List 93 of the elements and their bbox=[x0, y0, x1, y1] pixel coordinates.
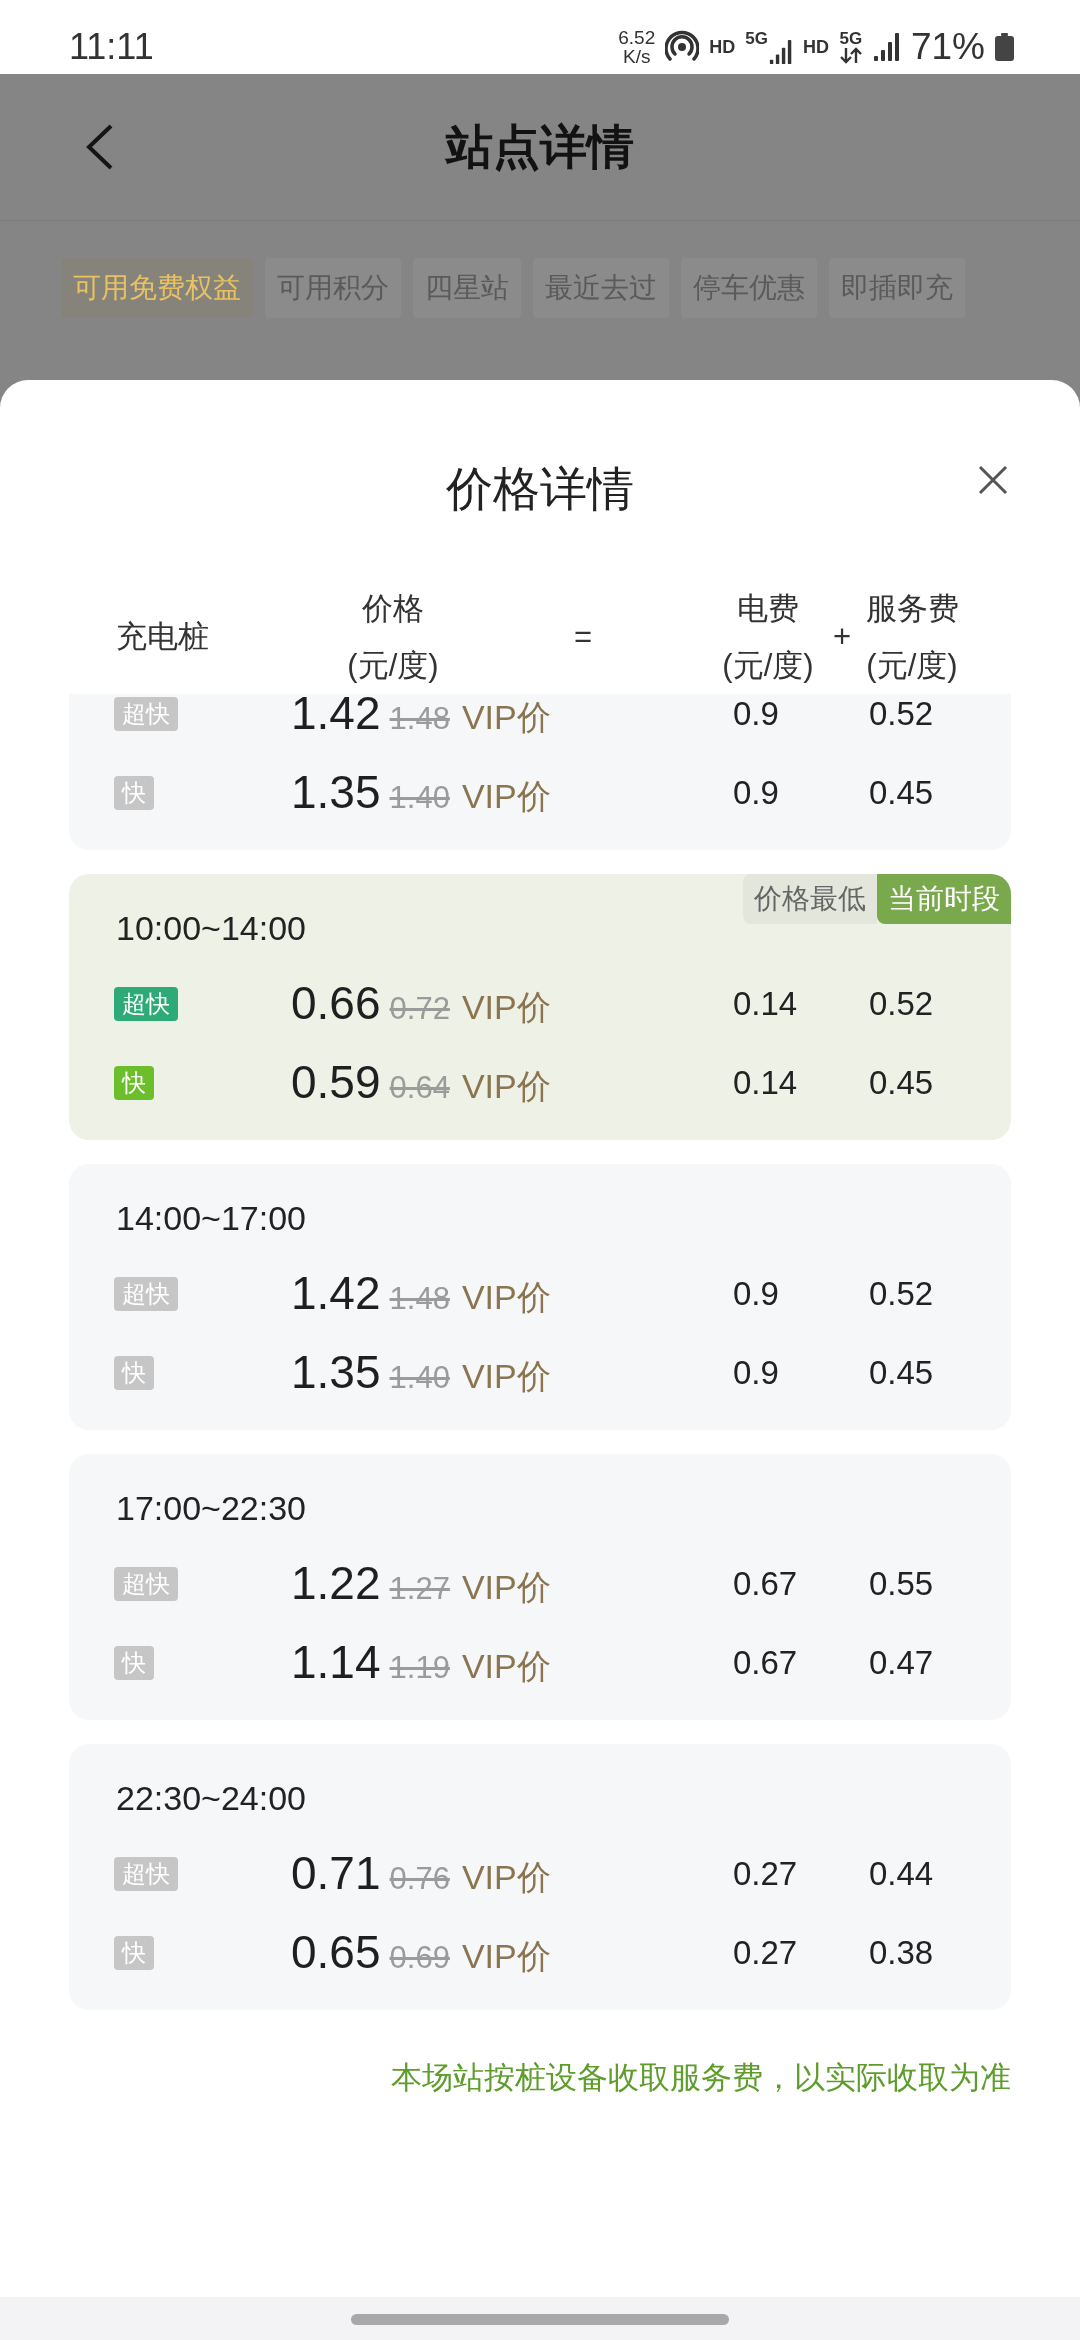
network-speed: 6.52 bbox=[618, 28, 656, 47]
network-type-label: 5G bbox=[839, 30, 863, 47]
service-fee: 0.47 bbox=[869, 1643, 935, 1682]
vip-price-label: VIP价 bbox=[461, 1936, 551, 1977]
network-speed-unit: K/s bbox=[623, 47, 651, 66]
price-value: 1.42 bbox=[291, 694, 381, 740]
signal-icon bbox=[768, 40, 793, 64]
column-header: 价格 bbox=[362, 590, 424, 628]
vip-price-label: VIP价 bbox=[461, 776, 551, 817]
charger-type-tag: 快 bbox=[114, 1935, 154, 1970]
period-time: 14:00~17:00 bbox=[116, 1198, 307, 1238]
price-value: 1.14 bbox=[291, 1635, 381, 1689]
original-price: 1.19 bbox=[389, 1650, 450, 1686]
electricity-fee: 0.27 bbox=[733, 1933, 799, 1972]
charger-type-tag: 超快 bbox=[114, 1856, 178, 1891]
charger-type-tag: 快 bbox=[114, 1065, 154, 1100]
vip-price-label: VIP价 bbox=[461, 1277, 551, 1318]
price-value: 0.66 bbox=[291, 976, 381, 1030]
vip-price-label: VIP价 bbox=[461, 1646, 551, 1687]
hotspot-icon bbox=[665, 30, 700, 64]
price-value: 1.35 bbox=[291, 765, 381, 819]
back-icon[interactable] bbox=[86, 124, 114, 170]
page-title: 站点详情 bbox=[446, 118, 634, 175]
service-fee: 0.38 bbox=[869, 1933, 935, 1972]
original-price: 1.40 bbox=[389, 1360, 450, 1396]
service-fee: 0.52 bbox=[869, 1274, 935, 1313]
status-badge: 当前时段 bbox=[877, 874, 1011, 924]
close-icon[interactable] bbox=[978, 465, 1008, 495]
electricity-fee: 0.9 bbox=[733, 773, 780, 812]
column-unit: (元/度) bbox=[866, 647, 958, 685]
original-price: 0.69 bbox=[389, 1940, 450, 1976]
electricity-fee: 0.9 bbox=[733, 1353, 780, 1392]
vip-price-label: VIP价 bbox=[461, 1567, 551, 1608]
vip-price-label: VIP价 bbox=[461, 987, 551, 1028]
service-fee: 0.55 bbox=[869, 1564, 935, 1603]
electricity-fee: 0.9 bbox=[733, 1274, 780, 1313]
network-type-label: 5G bbox=[745, 30, 768, 47]
charger-type-tag: 快 bbox=[114, 1355, 154, 1390]
price-value: 1.42 bbox=[291, 1266, 381, 1320]
vip-price-label: VIP价 bbox=[461, 1857, 551, 1898]
charger-type-tag: 超快 bbox=[114, 1566, 178, 1601]
fee-note: 本场站按桩设备收取服务费，以实际收取为准 bbox=[391, 2059, 1011, 2097]
vip-price-label: VIP价 bbox=[461, 1356, 551, 1397]
battery-icon bbox=[995, 33, 1014, 61]
charger-type-tag: 快 bbox=[114, 1645, 154, 1680]
hd-label: HD bbox=[709, 37, 736, 57]
battery-percent: 71% bbox=[910, 27, 985, 67]
charger-type-tag: 快 bbox=[114, 775, 154, 810]
service-fee: 0.52 bbox=[869, 694, 935, 733]
service-fee: 0.45 bbox=[869, 773, 935, 812]
period-time: 22:30~24:00 bbox=[116, 1778, 307, 1818]
column-unit: (元/度) bbox=[722, 647, 814, 685]
info-badge: 价格最低 bbox=[743, 874, 877, 924]
price-value: 0.59 bbox=[291, 1055, 381, 1109]
column-header: 充电桩 bbox=[115, 618, 210, 656]
equals-sign: = bbox=[572, 618, 594, 656]
plus-sign: + bbox=[831, 618, 853, 656]
electricity-fee: 0.14 bbox=[733, 984, 799, 1023]
original-price: 1.27 bbox=[389, 1571, 450, 1607]
original-price: 0.72 bbox=[389, 991, 450, 1027]
service-fee: 0.52 bbox=[869, 984, 935, 1023]
status-time: 11:11 bbox=[69, 27, 154, 67]
electricity-fee: 0.67 bbox=[733, 1564, 799, 1603]
price-value: 0.65 bbox=[291, 1925, 381, 1979]
charger-type-tag: 超快 bbox=[114, 986, 178, 1021]
electricity-fee: 0.27 bbox=[733, 1854, 799, 1893]
service-fee: 0.44 bbox=[869, 1854, 935, 1893]
electricity-fee: 0.67 bbox=[733, 1643, 799, 1682]
charger-type-tag: 超快 bbox=[114, 1276, 178, 1311]
sheet-title: 价格详情 bbox=[446, 461, 634, 517]
column-unit: (元/度) bbox=[347, 647, 439, 685]
hd-label: HD bbox=[802, 37, 829, 57]
original-price: 1.48 bbox=[389, 1281, 450, 1317]
vip-price-label: VIP价 bbox=[461, 1066, 551, 1107]
electricity-fee: 0.14 bbox=[733, 1063, 799, 1102]
service-fee: 0.45 bbox=[869, 1063, 935, 1102]
vip-price-label: VIP价 bbox=[461, 697, 551, 738]
charger-type-tag: 超快 bbox=[114, 696, 178, 731]
price-value: 1.22 bbox=[291, 1556, 381, 1610]
price-value: 0.71 bbox=[291, 1846, 381, 1900]
period-time: 17:00~22:30 bbox=[116, 1488, 307, 1528]
signal-icon bbox=[872, 33, 901, 61]
column-header: 电费 bbox=[737, 590, 799, 628]
original-price: 0.76 bbox=[389, 1861, 450, 1897]
station-tag: 可用免费权益 bbox=[61, 258, 253, 318]
period-time: 10:00~14:00 bbox=[116, 908, 307, 948]
price-value: 1.35 bbox=[291, 1345, 381, 1399]
original-price: 1.48 bbox=[389, 701, 450, 737]
column-header: 服务费 bbox=[865, 590, 959, 628]
original-price: 0.64 bbox=[389, 1070, 450, 1106]
electricity-fee: 0.9 bbox=[733, 694, 780, 733]
service-fee: 0.45 bbox=[869, 1353, 935, 1392]
original-price: 1.40 bbox=[389, 780, 450, 816]
